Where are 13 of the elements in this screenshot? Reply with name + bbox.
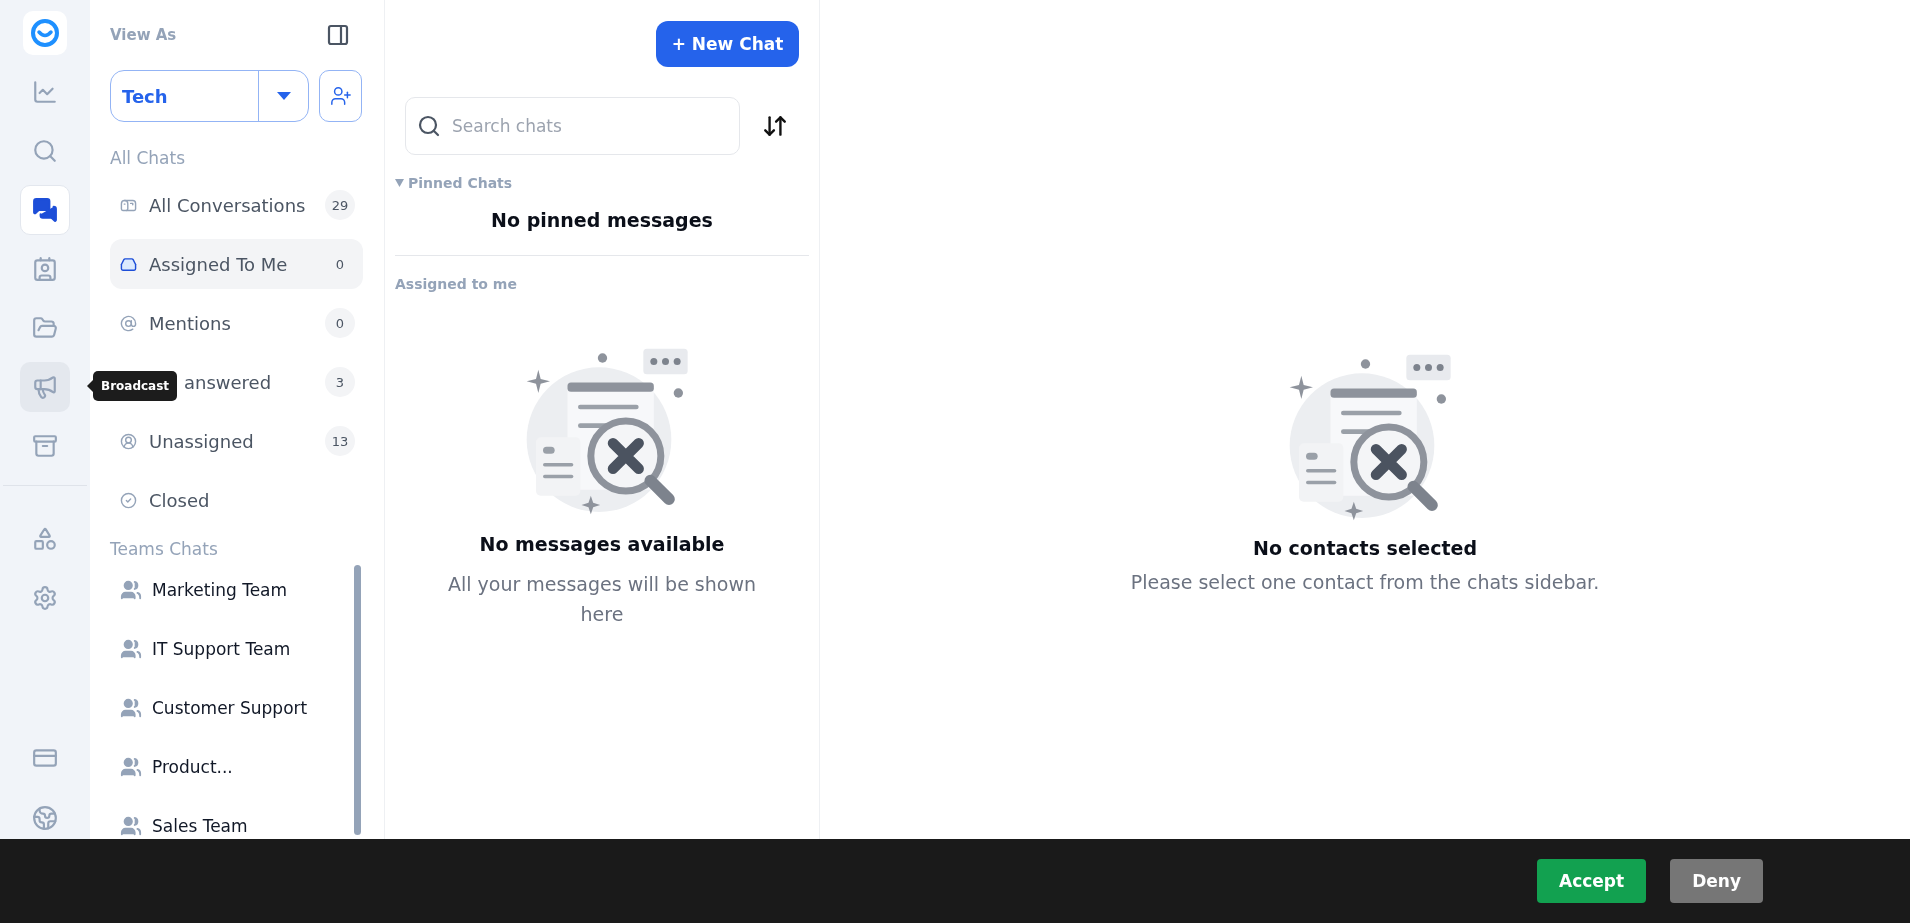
empty-pinned-text: No pinned messages <box>490 209 714 231</box>
section-title: Teams Chats <box>110 539 219 559</box>
empty-title: No contacts selected <box>1253 537 1477 559</box>
view-as-label: View As <box>110 26 177 44</box>
count-badge: 0 <box>325 308 355 338</box>
section-title: Assigned to me <box>395 276 518 292</box>
count-badge: 3 <box>325 367 355 397</box>
count-badge: 13 <box>325 426 355 456</box>
empty-title: No messages available <box>478 533 726 555</box>
count-badge: 29 <box>325 190 355 220</box>
empty-text: Please select one contact from the chats sidebar. <box>1130 570 1600 595</box>
section-title: All Chats <box>110 148 187 168</box>
empty-text: All your messages will be shown here <box>446 572 757 627</box>
